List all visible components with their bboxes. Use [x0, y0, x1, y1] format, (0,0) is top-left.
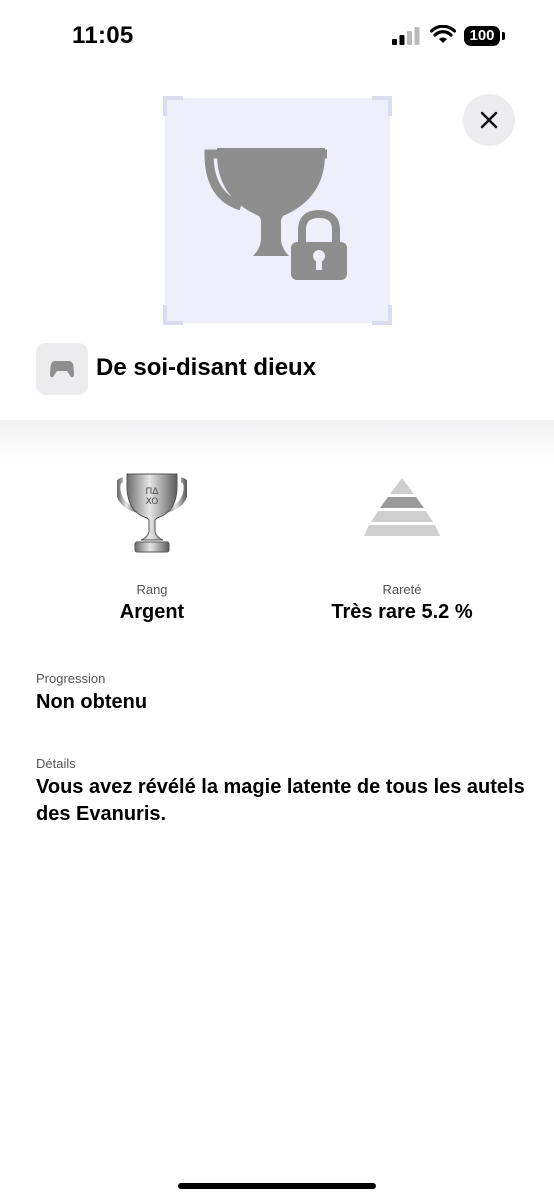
locked-trophy-icon [204, 148, 347, 280]
header-divider-shadow [0, 420, 554, 460]
details-value: Vous avez révélé la magie latente de tou… [36, 776, 525, 825]
battery-nub [502, 32, 505, 40]
close-button[interactable] [463, 94, 515, 146]
pyramid-icon [364, 478, 440, 536]
status-bar: 11:05 100 [0, 0, 554, 80]
close-icon [480, 111, 498, 129]
battery-icon: 100 [464, 26, 500, 46]
details-label: Détails [36, 756, 76, 771]
home-indicator[interactable] [178, 1183, 376, 1189]
rarity-label: Rareté [382, 582, 422, 597]
svg-text:ΠΔ: ΠΔ [146, 487, 160, 497]
game-icon-tile [36, 343, 88, 395]
svg-text:XO: XO [146, 497, 159, 507]
details-section: Détails Vous avez révélé la magie latent… [36, 756, 526, 828]
rarity-stat: Rareté Très rare 5.2 % [282, 470, 522, 624]
gamepad-icon [50, 361, 74, 378]
rank-label: Rang [136, 582, 168, 597]
progression-section: Progression Non obtenu [36, 671, 526, 716]
trophy-title: De soi-disant dieux [96, 354, 317, 381]
rank-value: Argent [119, 601, 185, 623]
silver-trophy-icon: ΠΔ XO [117, 473, 187, 553]
game-row: De soi-disant dieux [36, 343, 536, 395]
progression-label: Progression [36, 671, 106, 686]
signal-icon [392, 27, 420, 45]
wifi-icon [430, 25, 456, 43]
rarity-value: Très rare 5.2 % [331, 601, 473, 623]
rank-stat: ΠΔ XO Rang Argent [32, 470, 272, 624]
progression-value: Non obtenu [36, 691, 148, 713]
trophy-image [163, 96, 392, 325]
status-time: 11:05 [72, 22, 134, 49]
